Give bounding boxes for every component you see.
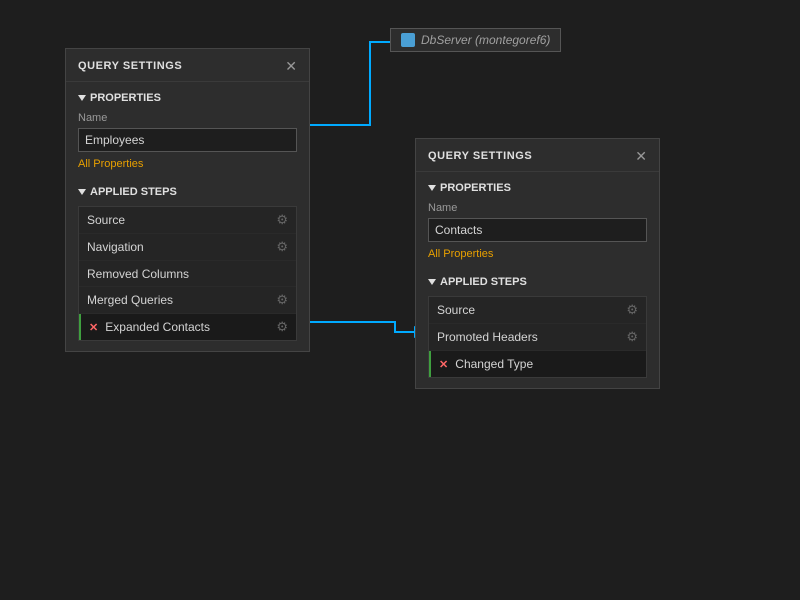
step-name: Removed Columns (87, 267, 288, 281)
triangle-icon-right (428, 185, 436, 191)
panel-right-close[interactable]: ✕ (635, 149, 647, 163)
panel-left-close[interactable]: ✕ (285, 59, 297, 73)
triangle-icon-left (78, 95, 86, 101)
applied-steps-header-left: APPLIED STEPS (78, 186, 297, 198)
panel-right-properties: PROPERTIES Name All Properties (416, 172, 659, 268)
step-name: ✕ Changed Type (439, 357, 638, 371)
steps-list-left: Source ⚙ Navigation ⚙ Removed Columns Merged … (78, 206, 297, 341)
step-item[interactable]: Navigation ⚙ (79, 234, 296, 261)
step-name: Promoted Headers (437, 330, 620, 344)
step-item[interactable]: Merged Queries ⚙ (79, 287, 296, 314)
gear-icon[interactable]: ⚙ (626, 302, 638, 318)
step-item[interactable]: Source ⚙ (79, 207, 296, 234)
step-item[interactable]: Source ⚙ (429, 297, 646, 324)
panel-right-header: QUERY SETTINGS ✕ (416, 139, 659, 172)
applied-steps-header-right: APPLIED STEPS (428, 276, 647, 288)
gear-icon[interactable]: ⚙ (276, 212, 288, 228)
properties-header-left: PROPERTIES (78, 92, 297, 104)
gear-icon[interactable]: ⚙ (276, 319, 288, 335)
triangle-icon-steps-left (78, 189, 86, 195)
error-x-icon: ✕ (89, 322, 101, 334)
panel-right: QUERY SETTINGS ✕ PROPERTIES Name All Pro… (415, 138, 660, 389)
steps-list-right: Source ⚙ Promoted Headers ⚙ ✕ Changed Type (428, 296, 647, 378)
panel-right-title: QUERY SETTINGS (428, 150, 532, 162)
name-label-right: Name (428, 202, 647, 214)
panel-left-header: QUERY SETTINGS ✕ (66, 49, 309, 82)
panel-left-title: QUERY SETTINGS (78, 60, 182, 72)
step-item[interactable]: ✕ Expanded Contacts ⚙ (79, 314, 296, 340)
step-name: Merged Queries (87, 293, 270, 307)
triangle-icon-steps-right (428, 279, 436, 285)
gear-icon[interactable]: ⚙ (276, 292, 288, 308)
step-name: Source (87, 213, 270, 227)
all-properties-link-right[interactable]: All Properties (428, 248, 493, 260)
step-item[interactable]: Removed Columns (79, 261, 296, 287)
panel-left-steps: APPLIED STEPS Source ⚙ Navigation ⚙ Removed … (66, 178, 309, 351)
properties-header-right: PROPERTIES (428, 182, 647, 194)
name-input-right[interactable] (428, 218, 647, 242)
db-icon (401, 33, 415, 47)
panel-right-steps: APPLIED STEPS Source ⚙ Promoted Headers ⚙ ✕ … (416, 268, 659, 388)
panel-left-properties: PROPERTIES Name All Properties (66, 82, 309, 178)
panel-left: QUERY SETTINGS ✕ PROPERTIES Name All Pro… (65, 48, 310, 352)
step-name: Source (437, 303, 620, 317)
name-label-left: Name (78, 112, 297, 124)
name-input-left[interactable] (78, 128, 297, 152)
step-item[interactable]: Promoted Headers ⚙ (429, 324, 646, 351)
step-name: Navigation (87, 240, 270, 254)
gear-icon[interactable]: ⚙ (276, 239, 288, 255)
step-item[interactable]: ✕ Changed Type (429, 351, 646, 377)
all-properties-link-left[interactable]: All Properties (78, 158, 143, 170)
step-name: ✕ Expanded Contacts (89, 320, 270, 334)
gear-icon[interactable]: ⚙ (626, 329, 638, 345)
db-server-label: DbServer (montegoref6) (390, 28, 561, 52)
error-x-icon: ✕ (439, 359, 451, 371)
db-server-text: DbServer (montegoref6) (421, 33, 550, 47)
